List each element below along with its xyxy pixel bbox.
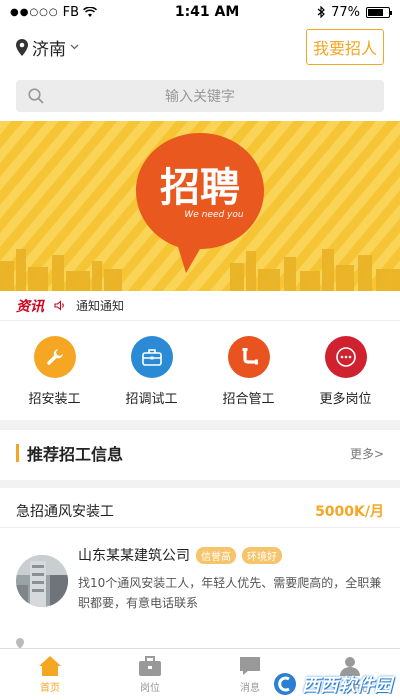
- carrier-label: FB: [62, 4, 80, 20]
- signal-dots-icon: ●●○○○: [10, 6, 59, 18]
- company-line: 山东某某建筑公司 信誉高 环境好: [78, 545, 386, 565]
- watermark: 西西软件园: [272, 671, 392, 697]
- battery-fill: [367, 8, 384, 16]
- job-salary: 5000K/月: [315, 503, 384, 520]
- category-label: 更多岗位: [319, 392, 372, 407]
- job-description: 找10个通风安装工人，年轻人优先、需要爬高的，全职兼职都要，有意电话联系: [78, 576, 382, 610]
- section-title: 推荐招工信息: [27, 445, 124, 464]
- section-separator: [0, 420, 400, 430]
- more-icon: [324, 336, 367, 378]
- accent-bar: [16, 444, 19, 462]
- search-placeholder: 输入关键字: [165, 89, 235, 105]
- search-icon: [28, 88, 44, 104]
- notice-text: 通知通知: [76, 299, 125, 313]
- category-more[interactable]: 更多岗位: [301, 336, 391, 407]
- header: 济南 我要招人: [0, 24, 400, 70]
- job-title: 急招通风安装工: [16, 503, 114, 520]
- wifi-icon: [83, 6, 98, 17]
- section-divider: [0, 480, 400, 488]
- category-debugger[interactable]: 招调试工: [107, 336, 197, 407]
- more-link[interactable]: 更多>: [350, 445, 384, 462]
- status-bar: ●●○○○ FB 1:41 AM 77%: [0, 0, 400, 24]
- location-pin-icon: [16, 38, 28, 56]
- city-selector[interactable]: 济南: [16, 35, 79, 60]
- briefcase-icon: [139, 656, 161, 676]
- battery-percent: 77%: [331, 4, 360, 20]
- job-card-body[interactable]: 山东某某建筑公司 信誉高 环境好 找10个通风安装工人，年轻人优先、需要爬高的，…: [16, 545, 386, 613]
- news-tag: 资讯: [16, 298, 44, 315]
- job-card-header[interactable]: 急招通风安装工 5000K/月: [0, 494, 400, 528]
- category-label: 招合管工: [222, 392, 275, 407]
- search-bar[interactable]: 输入关键字: [16, 80, 384, 112]
- banner-graphic: 招聘 We need you: [0, 121, 400, 291]
- speaker-icon: [54, 300, 64, 311]
- badge-environment: 环境好: [242, 546, 282, 564]
- promo-banner[interactable]: 招聘 We need you: [0, 121, 400, 291]
- tab-jobs[interactable]: 岗位: [100, 649, 200, 700]
- city-label: 济南: [32, 39, 66, 60]
- tab-label: 首页: [40, 683, 60, 694]
- category-label: 招调试工: [125, 392, 178, 407]
- bluetooth-icon: [317, 6, 325, 18]
- post-job-button[interactable]: 我要招人: [305, 29, 384, 65]
- wrench-icon: [33, 336, 76, 378]
- toolbox-icon: [130, 336, 173, 378]
- company-info: 山东某某建筑公司 信誉高 环境好 找10个通风安装工人，年轻人优先、需要爬高的，…: [78, 545, 386, 613]
- badge-reputation: 信誉高: [196, 546, 236, 564]
- status-time: 1:41 AM: [174, 4, 240, 20]
- home-icon: [39, 656, 61, 676]
- category-grid: 招安装工 招调试工 招合管工 更多岗位: [0, 336, 400, 407]
- recommend-section-header: 推荐招工信息 更多>: [0, 438, 400, 468]
- watermark-logo-icon: [274, 673, 296, 695]
- category-installer[interactable]: 招安装工: [10, 336, 100, 407]
- news-ticker[interactable]: 资讯 通知通知: [0, 291, 400, 321]
- tab-home[interactable]: 首页: [0, 649, 100, 700]
- banner-title: 招聘: [160, 165, 240, 211]
- message-icon: [240, 657, 260, 675]
- company-avatar: [16, 555, 68, 607]
- status-right: 77%: [317, 4, 392, 20]
- category-label: 招安装工: [28, 392, 81, 407]
- category-pipefitter[interactable]: 招合管工: [204, 336, 294, 407]
- chevron-down-icon: [70, 44, 79, 50]
- job-address-line: [16, 638, 386, 648]
- banner-subtitle: We need you: [184, 210, 243, 220]
- tab-label: 岗位: [140, 683, 160, 694]
- watermark-text: 西西软件园: [302, 675, 392, 696]
- company-name: 山东某某建筑公司: [78, 548, 190, 564]
- location-pin-icon: [16, 638, 24, 648]
- tab-label: 消息: [240, 683, 260, 694]
- status-left: ●●○○○ FB: [10, 4, 98, 20]
- section-title-wrap: 推荐招工信息: [16, 441, 123, 465]
- battery-icon: [365, 6, 392, 18]
- pipe-icon: [227, 336, 270, 378]
